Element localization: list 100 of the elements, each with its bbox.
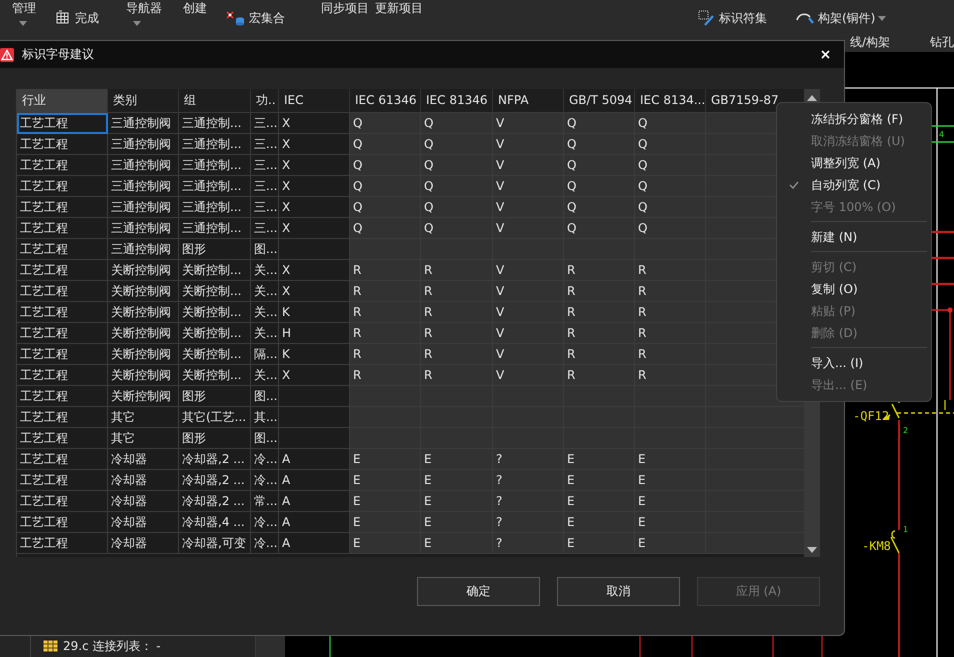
column-header[interactable]: IEC	[279, 89, 350, 113]
wire	[932, 141, 954, 143]
warning-icon	[0, 48, 14, 62]
table-cell: 冷...	[251, 533, 279, 554]
pin-number: 1	[903, 525, 908, 534]
table-cell: 三通控制...	[179, 218, 251, 239]
menu-item[interactable]: 新建 (N)	[777, 226, 931, 248]
ribbon-button[interactable]: 同步项目	[321, 0, 375, 34]
table-cell: 工艺工程	[17, 512, 108, 533]
menu-item[interactable]: 调整列宽 (A)	[777, 152, 931, 174]
table-cell: X	[279, 260, 350, 281]
contactor-symbol	[890, 530, 900, 554]
table-cell	[350, 407, 421, 428]
table-cell: Q	[564, 197, 635, 218]
ribbon-button[interactable]: 构架(铜件)	[795, 8, 954, 26]
table-cell: R	[635, 323, 706, 344]
table-cell: ?	[493, 449, 564, 470]
wire	[821, 635, 823, 657]
table-cell: 关断控制阀	[108, 281, 179, 302]
column-header[interactable]: 行业	[17, 89, 108, 113]
column-header[interactable]: IEC 81346	[421, 89, 493, 113]
table-cell: R	[564, 281, 635, 302]
table-cell: R	[350, 281, 421, 302]
table-cell: R	[350, 344, 421, 365]
table-cell: 三通控制阀	[108, 113, 179, 134]
table-cell: X	[279, 281, 350, 302]
table-cell: X	[279, 197, 350, 218]
column-header[interactable]: 功..	[251, 89, 279, 113]
table-cell: R	[635, 302, 706, 323]
ribbon-button[interactable]: 创建	[183, 0, 226, 34]
table-cell: R	[564, 344, 635, 365]
table-cell: 关断控制...	[179, 302, 251, 323]
table-cell: 关断控制阀	[108, 344, 179, 365]
scroll-down-icon[interactable]	[807, 547, 817, 553]
table-cell	[279, 239, 350, 260]
table-cell: 三通控制阀	[108, 239, 179, 260]
table-cell: 工艺工程	[17, 491, 108, 512]
table-cell: 工艺工程	[17, 449, 108, 470]
menu-item[interactable]: 自动列宽 (C)	[777, 174, 931, 196]
table-cell: 关断控制阀	[108, 302, 179, 323]
close-icon[interactable]	[821, 50, 830, 59]
table-cell: 工艺工程	[17, 218, 108, 239]
table-cell: 三...	[251, 155, 279, 176]
table-cell: A	[279, 512, 350, 533]
ribbon-group-label: 钻孔	[930, 35, 954, 49]
column-header[interactable]: GB/T 5094	[564, 89, 635, 113]
ribbon-button[interactable]: 宏集合	[226, 8, 321, 26]
table-cell: 三通控制阀	[108, 155, 179, 176]
column-header[interactable]: NFPA	[493, 89, 564, 113]
menu-item[interactable]: 复制 (O)	[777, 278, 931, 300]
column-header[interactable]: 类别	[108, 89, 179, 113]
device-label: -KM8	[862, 539, 891, 553]
table-cell: 冷却器,2 ...	[179, 470, 251, 491]
pin-number: 2	[903, 426, 908, 435]
table-cell: 冷却器	[108, 512, 179, 533]
column-header[interactable]: IEC 61346	[350, 89, 421, 113]
table-cell: Q	[564, 155, 635, 176]
table-cell: R	[421, 260, 493, 281]
table-cell: V	[493, 344, 564, 365]
table-cell: R	[421, 323, 493, 344]
table-cell: 其它	[108, 428, 179, 449]
table-cell: 图形	[179, 239, 251, 260]
table-cell: V	[493, 281, 564, 302]
table-cell: R	[350, 302, 421, 323]
table-cell: 冷却器	[108, 470, 179, 491]
menu-item[interactable]: 导入... (I)	[777, 352, 931, 374]
table-cell: Q	[635, 197, 706, 218]
dialog-button[interactable]: 确定	[417, 577, 540, 606]
table-cell: K	[279, 344, 350, 365]
ribbon-button[interactable]: 更新项目	[375, 0, 698, 34]
table-cell: R	[421, 365, 493, 386]
table-cell: E	[350, 470, 421, 491]
table-cell: 工艺工程	[17, 470, 108, 491]
table-cell: X	[279, 155, 350, 176]
table-cell: 冷却器,4 ...	[179, 512, 251, 533]
table-cell: X	[279, 176, 350, 197]
table-cell: 图...	[251, 239, 279, 260]
table-cell: R	[635, 365, 706, 386]
table-cell: R	[421, 344, 493, 365]
dialog-button[interactable]: 取消	[557, 577, 680, 606]
table-cell: 三通控制...	[179, 113, 251, 134]
column-header[interactable]: 组	[179, 89, 251, 113]
table-cell: R	[635, 260, 706, 281]
ribbon-button[interactable]: 标识符集	[698, 8, 795, 26]
table-cell: 图...	[251, 386, 279, 407]
table-cell: 工艺工程	[17, 239, 108, 260]
table-cell: Q	[350, 113, 421, 134]
ribbon-button[interactable]: 完成	[56, 8, 126, 26]
ribbon-button[interactable]: 导航器	[126, 0, 183, 34]
tree-item[interactable]: 29.c 连接列表： -	[31, 635, 255, 657]
table-cell: 关...	[251, 302, 279, 323]
caret-icon	[19, 21, 27, 26]
table-cell: 冷却器,2 ...	[179, 491, 251, 512]
column-header[interactable]: IEC 8134...	[635, 89, 706, 113]
table-cell: 工艺工程	[17, 260, 108, 281]
table-cell: 关断控制...	[179, 281, 251, 302]
table-cell: E	[350, 533, 421, 554]
table-cell: 工艺工程	[17, 365, 108, 386]
ribbon-button[interactable]: 管理	[12, 0, 56, 34]
table-cell: 三...	[251, 113, 279, 134]
